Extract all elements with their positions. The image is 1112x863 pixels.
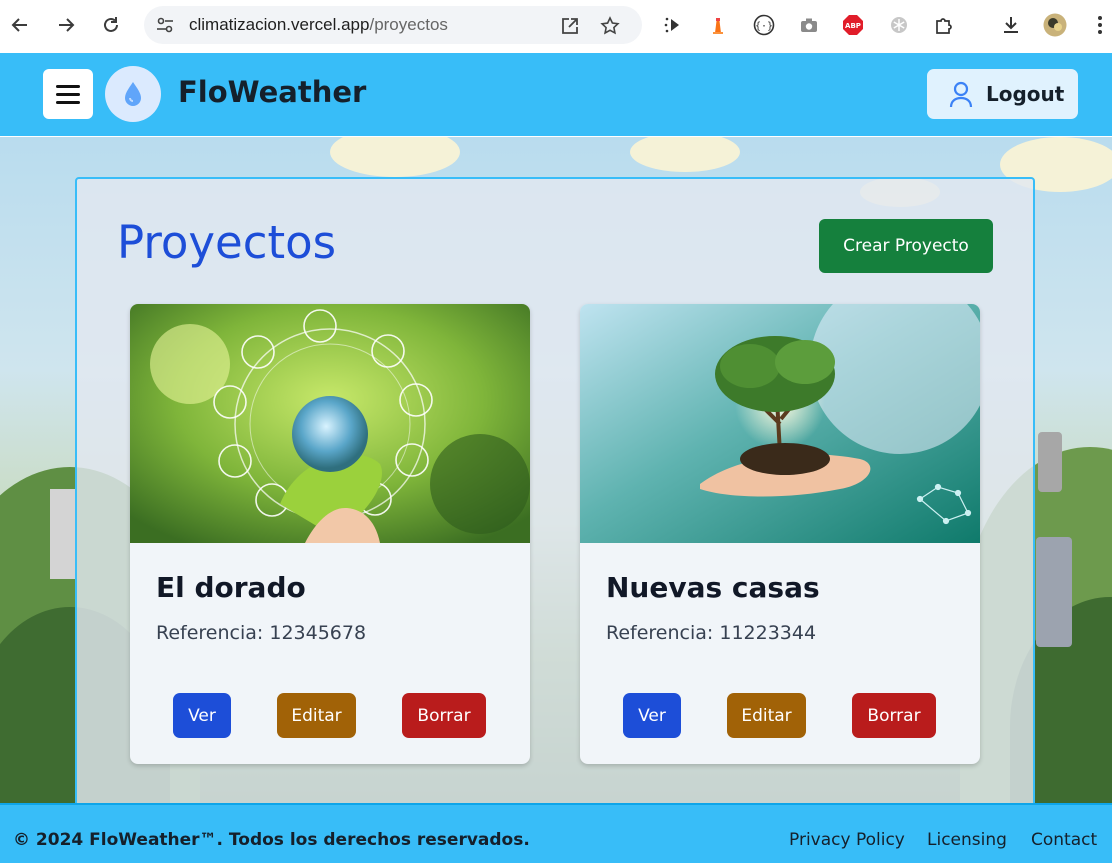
user-icon <box>949 81 973 108</box>
site-settings-icon[interactable] <box>156 16 174 34</box>
adblock-icon[interactable]: ABP <box>841 13 865 37</box>
forward-arrow-icon[interactable] <box>54 13 78 37</box>
profile-avatar-icon[interactable] <box>1043 13 1067 37</box>
project-image-eco-globe <box>130 304 530 543</box>
svg-text:{·}: {·} <box>755 21 773 32</box>
edit-button[interactable]: Editar <box>277 693 356 738</box>
url-text[interactable]: climatizacion.vercel.app/proyectos <box>189 15 448 35</box>
back-arrow-icon[interactable] <box>8 13 32 37</box>
camera-icon[interactable] <box>797 13 821 37</box>
view-button[interactable]: Ver <box>623 693 681 738</box>
delete-button[interactable]: Borrar <box>852 693 936 738</box>
project-card: El dorado Referencia: 12345678 Ver Edita… <box>130 304 530 764</box>
project-reference: Referencia: 12345678 <box>156 622 367 644</box>
water-drop-logo-icon <box>105 66 161 122</box>
contact-link[interactable]: Contact <box>1031 830 1097 850</box>
url-path: /proyectos <box>369 15 448 34</box>
licensing-link[interactable]: Licensing <box>927 830 1007 850</box>
lighthouse-icon[interactable] <box>706 13 730 37</box>
open-in-new-icon[interactable] <box>560 16 580 36</box>
project-name: El dorado <box>156 571 306 604</box>
app-header: FloWeather Logout <box>0 53 1112 136</box>
brand-name: FloWeather <box>178 75 367 109</box>
logout-button[interactable]: Logout <box>927 69 1078 119</box>
download-icon[interactable] <box>999 13 1023 37</box>
more-vert-icon[interactable] <box>1088 13 1112 37</box>
reload-icon[interactable] <box>99 13 123 37</box>
project-name: Nuevas casas <box>606 571 820 604</box>
hamburger-menu-icon[interactable] <box>43 69 93 119</box>
puzzle-icon[interactable] <box>932 13 956 37</box>
project-image-tree-hands <box>580 304 980 543</box>
copyright-text: © 2024 FloWeather™. Todos los derechos r… <box>13 830 530 850</box>
svg-text:ABP: ABP <box>845 22 861 30</box>
snowflake-icon[interactable] <box>887 13 911 37</box>
page-title: Proyectos <box>117 216 337 269</box>
browser-toolbar: climatizacion.vercel.app/proyectos {·} A… <box>0 0 1112 52</box>
edit-button[interactable]: Editar <box>727 693 806 738</box>
cursor-sparkle-icon[interactable] <box>661 13 685 37</box>
delete-button[interactable]: Borrar <box>402 693 486 738</box>
url-host: climatizacion.vercel.app <box>189 15 370 34</box>
view-button[interactable]: Ver <box>173 693 231 738</box>
create-project-button[interactable]: Crear Proyecto <box>819 219 993 273</box>
bookmark-star-icon[interactable] <box>600 16 620 36</box>
logout-label: Logout <box>986 82 1065 106</box>
site-footer: © 2024 FloWeather™. Todos los derechos r… <box>0 803 1112 863</box>
project-card: Nuevas casas Referencia: 11223344 Ver Ed… <box>580 304 980 764</box>
project-reference: Referencia: 11223344 <box>606 622 817 644</box>
address-bar[interactable]: climatizacion.vercel.app/proyectos <box>144 6 642 44</box>
code-braces-icon[interactable]: {·} <box>752 13 776 37</box>
privacy-policy-link[interactable]: Privacy Policy <box>789 830 905 850</box>
